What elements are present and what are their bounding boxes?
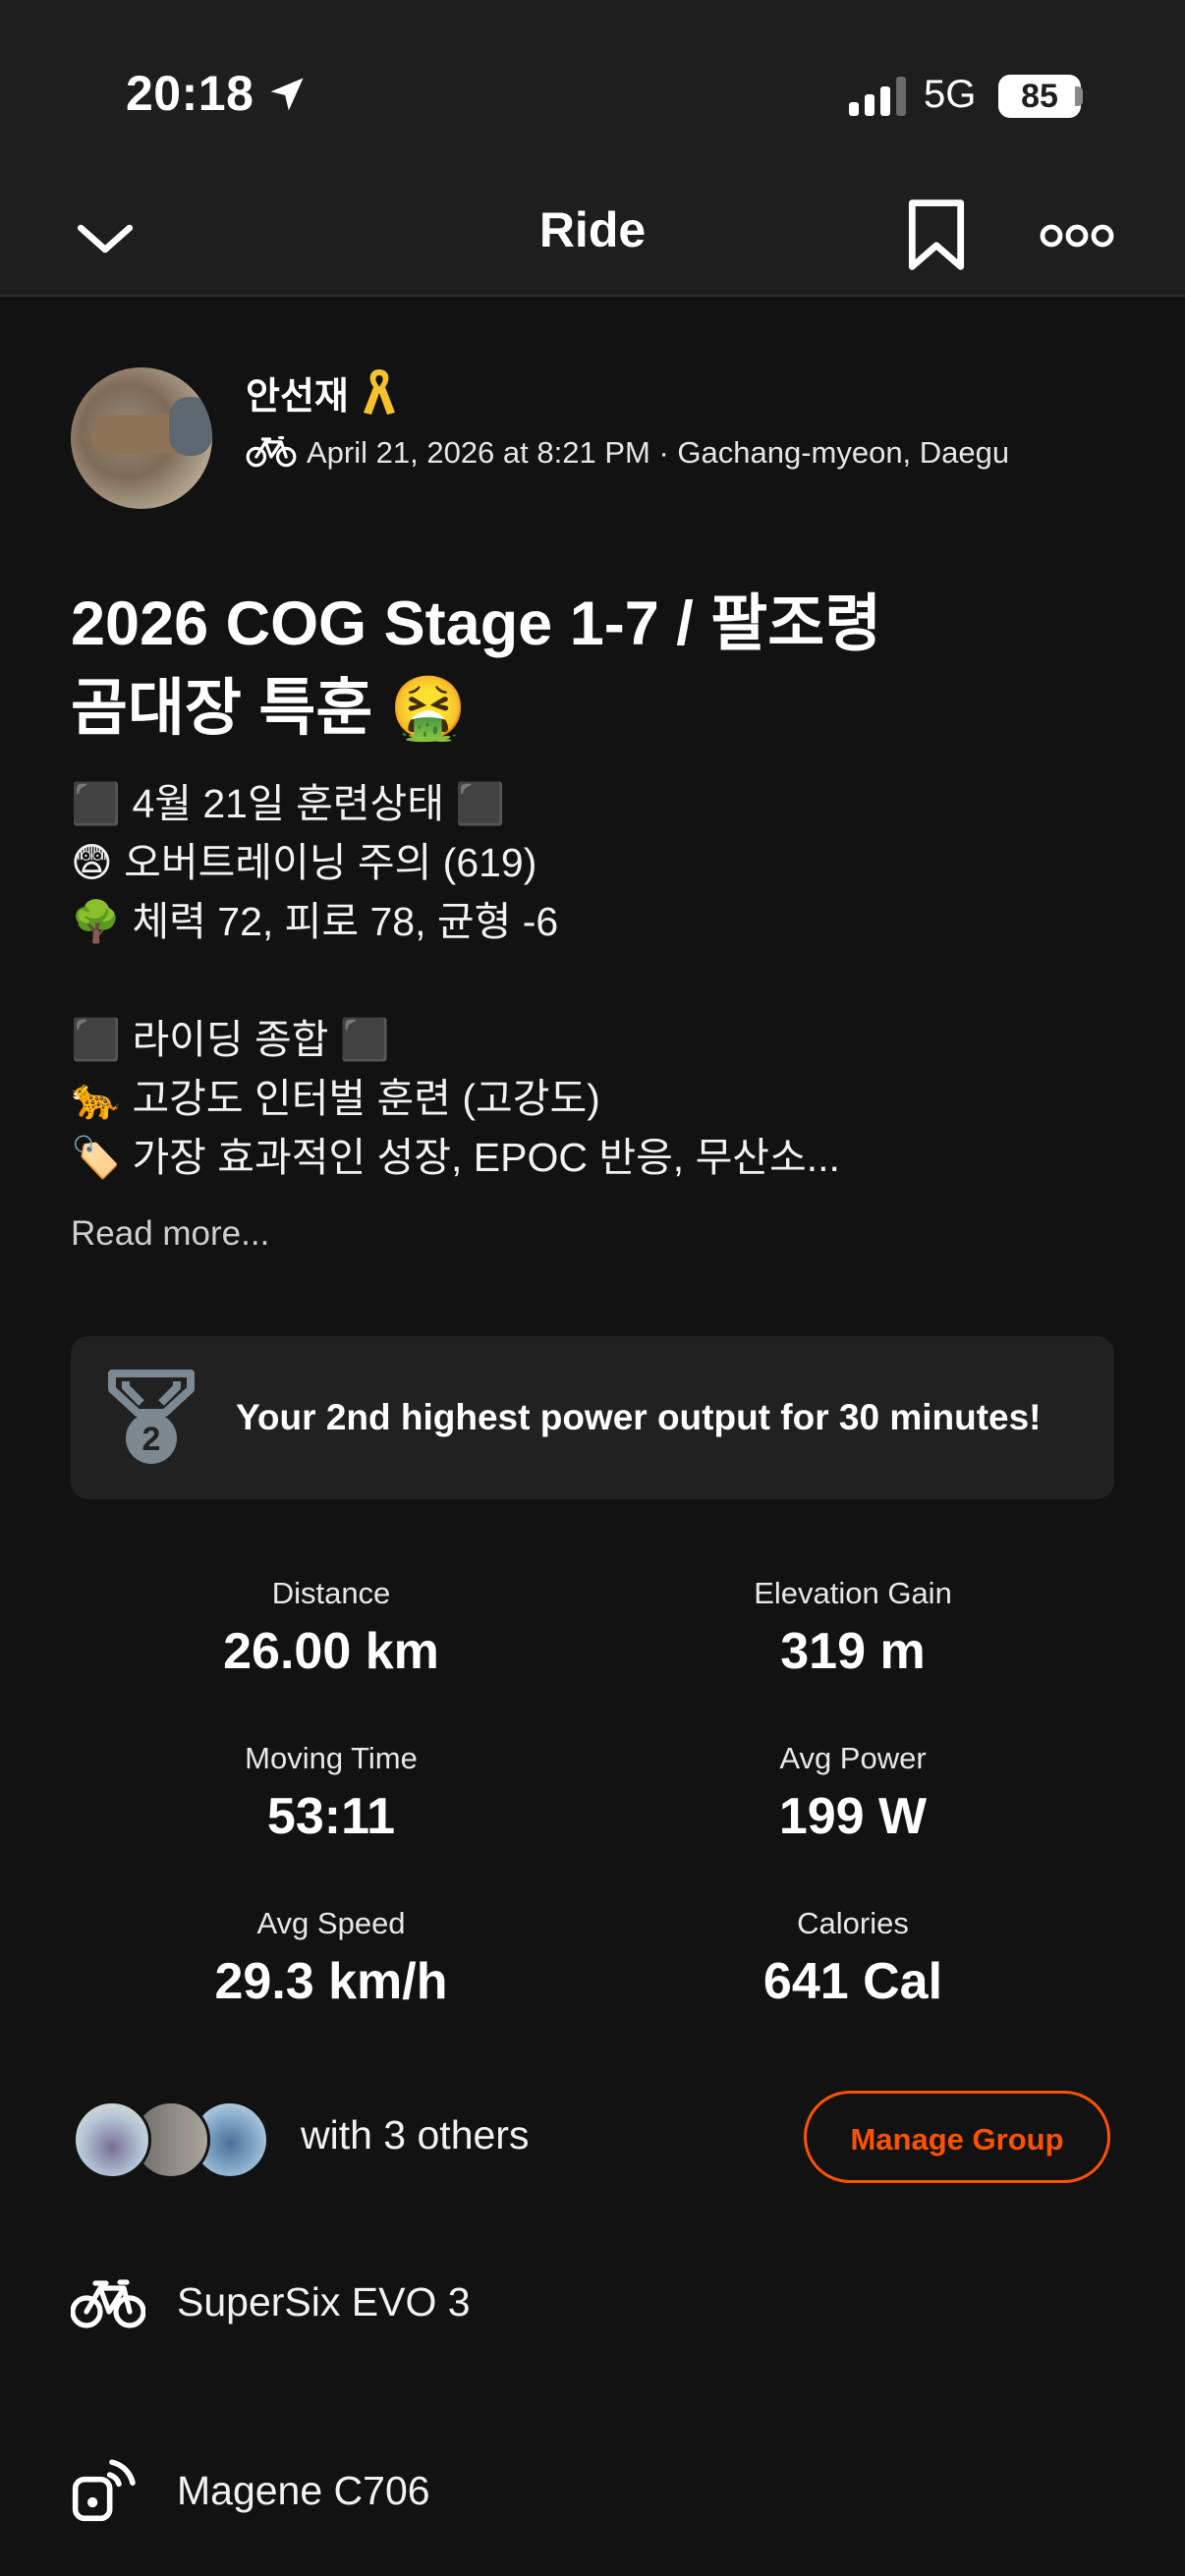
stat-label: Distance [271,1576,391,1610]
bookmark-icon[interactable] [906,198,967,271]
activity-date-location: April 21, 2026 at 8:21 PM · Gachang-myeo… [307,435,1010,470]
device-sensor-icon [72,2459,136,2522]
bike-icon [71,2279,145,2328]
activity-screen: 20:18 5G 85 Ride 안선재 April 21, 2026 at 8… [0,0,1185,2576]
activity-title-line: 2026 COG Stage 1-7 / 팔조령 [71,589,882,658]
description-line: 🐆 고강도 인터벌 훈련 (고강도) [71,1076,600,1121]
stat-label: Calories [797,1906,909,1940]
description-line: ⬛ 라이딩 종합 ⬛ [71,1017,390,1062]
stat-moving-time: Moving Time 53:11 [135,1737,528,1849]
stat-avg-speed: Avg Speed 29.3 km/h [135,1902,528,2014]
athlete-avatar[interactable] [71,367,212,509]
svg-text:2: 2 [142,1421,161,1458]
read-more-link[interactable]: Read more... [71,1214,269,1254]
gear-device-name[interactable]: Magene C706 [177,2468,430,2514]
stat-label: Avg Power [779,1741,927,1775]
page-title: Ride [538,202,647,257]
stat-elevation-gain: Elevation Gain 319 m [656,1572,1049,1684]
stat-value: 199 W [778,1788,928,1845]
stat-value: 29.3 km/h [214,1953,448,2010]
cellular-signal-icon [849,77,906,116]
nav-bar: Ride [0,177,1185,297]
yellow-ribbon-icon [364,369,395,415]
battery-nub [1075,86,1083,106]
description-line: ⬛ 4월 21일 훈련상태 ⬛ [71,781,506,826]
more-options-icon[interactable] [1040,216,1114,255]
battery-level: 85 [998,75,1081,118]
stat-distance: Distance 26.00 km [135,1572,528,1684]
achievement-card[interactable]: 2 Your 2nd highest power output for 30 m… [71,1336,1114,1499]
network-type: 5G [924,73,977,116]
description-blank-line [71,951,1112,1010]
stat-avg-power: Avg Power 199 W [656,1737,1049,1849]
stat-value: 26.00 km [223,1623,439,1680]
athlete-name[interactable]: 안선재 [246,365,349,420]
stat-value: 319 m [780,1623,926,1680]
description-line: 🏷️ 가장 효과적인 성장, EPOC 반응, 무산소... [71,1135,840,1180]
stat-label: Moving Time [245,1741,418,1775]
activity-title-line: 곰대장 특훈 🤮 [71,674,468,743]
achievement-text: Your 2nd highest power output for 30 min… [236,1397,1042,1437]
stat-value: 53:11 [266,1788,396,1845]
description-line: 🌳 체력 72, 피로 78, 균형 -6 [71,899,559,944]
stat-label: Elevation Gain [754,1576,952,1610]
group-members-text[interactable]: with 3 others [301,2112,529,2158]
activity-title: 2026 COG Stage 1-7 / 팔조령곰대장 특훈 🤮 [71,582,1112,751]
group-member-avatar[interactable] [73,2100,151,2179]
stat-calories: Calories 641 Cal [656,1902,1049,2014]
medal-icon: 2 [108,1370,195,1464]
location-arrow-icon [270,78,304,111]
stat-label: Avg Speed [256,1906,406,1940]
gear-bike-name[interactable]: SuperSix EVO 3 [177,2279,471,2325]
activity-description: ⬛ 4월 21일 훈련상태 ⬛ 😨 오버트레이닝 주의 (619) 🌳 체력 7… [71,774,1112,1187]
manage-group-button[interactable]: Manage Group [804,2091,1110,2183]
status-time: 20:18 [126,66,254,121]
description-line: 😨 오버트레이닝 주의 (619) [71,840,537,885]
avatar-photo-area [169,397,212,456]
status-bar: 20:18 5G 85 [0,0,1185,177]
bike-icon [246,435,297,468]
stat-value: 641 Cal [762,1953,943,2010]
